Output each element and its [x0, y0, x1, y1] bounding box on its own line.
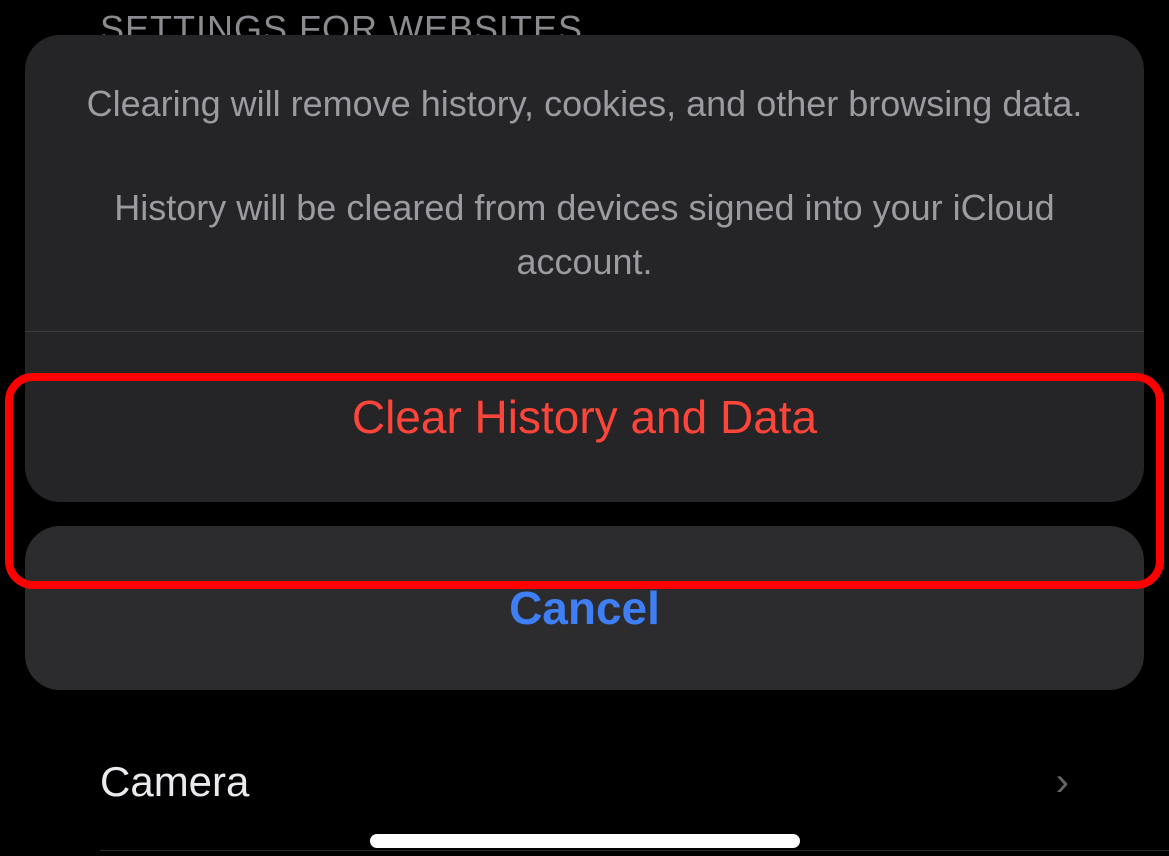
camera-settings-row[interactable]: Camera › — [0, 758, 1169, 806]
camera-label: Camera — [100, 758, 249, 806]
action-sheet: Clearing will remove history, cookies, a… — [25, 35, 1144, 690]
chevron-right-icon: › — [1056, 760, 1069, 805]
action-sheet-card: Clearing will remove history, cookies, a… — [25, 35, 1144, 502]
message-line-1: Clearing will remove history, cookies, a… — [80, 77, 1089, 131]
row-divider — [100, 850, 1169, 851]
clear-history-and-data-button[interactable]: Clear History and Data — [25, 332, 1144, 502]
cancel-card: Cancel — [25, 526, 1144, 690]
message-line-2: History will be cleared from devices sig… — [80, 181, 1089, 289]
cancel-button[interactable]: Cancel — [25, 526, 1144, 690]
home-indicator[interactable] — [370, 834, 800, 848]
action-sheet-message: Clearing will remove history, cookies, a… — [25, 35, 1144, 331]
